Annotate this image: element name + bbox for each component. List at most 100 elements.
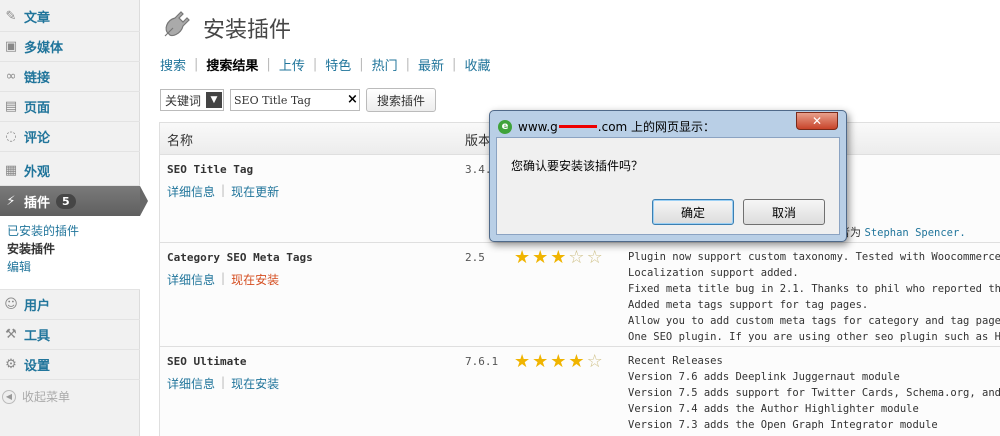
tab-featured[interactable]: 特色 <box>325 55 351 74</box>
search-input[interactable] <box>230 89 360 111</box>
dialog-message: 您确认要安装该插件吗？ <box>511 159 644 173</box>
sidebar-item-settings[interactable]: ⚙ 设置 <box>0 350 140 380</box>
description-line: Added meta tags support for tag pages. <box>628 299 869 311</box>
tab-separator: | <box>194 57 199 72</box>
collapse-menu-label: 收起菜单 <box>22 390 71 404</box>
cancel-button[interactable]: 取消 <box>743 199 825 225</box>
plugin-search-form: 关键词 ▼ × 搜索插件 <box>160 88 437 112</box>
details-link[interactable]: 详细信息 <box>167 183 215 200</box>
sidebar-item-media[interactable]: ▣ 多媒体 <box>0 32 140 62</box>
sidebar-item-plugins[interactable]: ⚡ 插件 5 <box>0 186 148 216</box>
users-icon: ☺ <box>4 297 18 312</box>
sidebar-item-label: 外观 <box>24 165 51 180</box>
tab-separator: | <box>359 57 364 72</box>
description-line: Recent Releases <box>628 355 723 367</box>
plugin-name: SEO Title Tag <box>167 163 254 176</box>
tab-search[interactable]: 搜索 <box>160 55 186 74</box>
table-row: SEO Ultimate 详细信息 | 现在安装 7.6.1 ★ ★ ★ ★ ☆… <box>160 347 1000 436</box>
chevron-down-icon: ▼ <box>206 92 222 108</box>
column-header-version[interactable]: 版本 <box>465 130 491 149</box>
star-full-icon: ★ <box>550 351 567 372</box>
sidebar-item-label: 设置 <box>24 359 51 374</box>
plugin-actions: 详细信息 | 现在安装 <box>167 271 279 288</box>
tab-favorites[interactable]: 收藏 <box>464 55 490 74</box>
plugin-actions: 详细信息 | 现在更新 <box>167 183 279 200</box>
plugin-name: Category SEO Meta Tags <box>167 251 313 264</box>
details-link[interactable]: 详细信息 <box>167 271 215 288</box>
redaction-mark <box>558 125 597 128</box>
description-line: Version 7.3 adds the Open Graph Integrat… <box>628 419 938 431</box>
install-now-link[interactable]: 现在安装 <box>231 271 279 288</box>
star-rating: ★ ★ ★ ★ ☆ <box>514 353 605 371</box>
plugin-version: 3.4. <box>465 163 492 176</box>
star-empty-icon: ☆ <box>568 247 585 268</box>
search-plugins-button[interactable]: 搜索插件 <box>366 88 437 112</box>
sidebar-item-pages[interactable]: ▤ 页面 <box>0 92 140 122</box>
tab-newest[interactable]: 最新 <box>418 55 444 74</box>
column-header-name[interactable]: 名称 <box>167 130 193 149</box>
description-line: Plugin now support custom taxonomy. Test… <box>628 251 1000 263</box>
description-line: One SEO plugin. If you are using other s… <box>628 331 1000 343</box>
browser-icon: e <box>498 119 512 134</box>
tab-separator: | <box>312 57 318 72</box>
sidebar-item-comments[interactable]: ◌ 评论 <box>0 122 140 152</box>
page-icon: ▤ <box>4 99 18 114</box>
tab-separator: | <box>452 57 457 72</box>
link-icon: ∞ <box>5 69 17 84</box>
tab-search-results[interactable]: 搜索结果 <box>206 55 258 74</box>
star-full-icon: ★ <box>532 247 549 268</box>
sidebar-item-label: 链接 <box>24 71 51 86</box>
tab-upload[interactable]: 上传 <box>279 55 305 74</box>
description-line: Allow you to add custom meta tags for ca… <box>628 315 1000 327</box>
collapse-menu-button[interactable]: ◀ 收起菜单 <box>2 388 70 405</box>
sidebar-item-posts[interactable]: ✎ 文章 <box>0 2 140 32</box>
install-now-link[interactable]: 现在安装 <box>231 375 279 392</box>
close-icon[interactable]: ✕ <box>796 112 838 130</box>
plugins-submenu: 已安装的插件 安装插件 编辑 <box>0 216 140 290</box>
star-rating: ★ ★ ★ ☆ ☆ <box>514 249 605 267</box>
search-type-select[interactable]: 关键词 ▼ <box>160 89 224 111</box>
sidebar-item-label: 插件 <box>24 195 51 211</box>
dialog-title: e www.g .com 上的网页显示： <box>498 118 715 135</box>
description-line: Localization support added. <box>628 267 799 279</box>
sidebar-item-tools[interactable]: ⚒ 工具 <box>0 320 140 350</box>
install-tabs: 搜索 | 搜索结果 | 上传 | 特色 | 热门 | 最新 | 收藏 <box>160 55 490 74</box>
submenu-editor[interactable]: 编辑 <box>0 258 140 276</box>
update-count-badge: 5 <box>56 193 76 209</box>
appearance-icon: ▦ <box>4 163 18 178</box>
sidebar-item-label: 用户 <box>24 299 51 314</box>
sidebar-item-links[interactable]: ∞ 链接 <box>0 62 140 92</box>
action-separator: | <box>221 183 226 197</box>
plugin-description: Recent Releases Version 7.6 adds Deeplin… <box>628 353 1000 433</box>
admin-sidebar: ✎ 文章 ▣ 多媒体 ∞ 链接 ▤ 页面 ◌ 评论 ▦ 外观 ⚡ 插件 5 已安… <box>0 0 148 436</box>
update-now-link[interactable]: 现在更新 <box>231 183 279 200</box>
settings-icon: ⚙ <box>5 357 17 372</box>
sidebar-item-users[interactable]: ☺ 用户 <box>0 290 140 320</box>
author-link[interactable]: Stephan Spencer. <box>865 227 966 239</box>
sidebar-item-label: 多媒体 <box>24 41 64 56</box>
action-separator: | <box>221 375 226 389</box>
plugin-page-icon <box>159 8 193 42</box>
details-link[interactable]: 详细信息 <box>167 375 215 392</box>
sidebar-item-label: 评论 <box>24 131 51 146</box>
sidebar-item-appearance[interactable]: ▦ 外观 <box>0 156 140 186</box>
ok-button[interactable]: 确定 <box>652 199 734 225</box>
star-full-icon: ★ <box>514 247 531 268</box>
clear-search-icon[interactable]: × <box>347 92 358 107</box>
description-line: Version 7.6 adds Deeplink Juggernaut mod… <box>628 371 900 383</box>
plugin-actions: 详细信息 | 现在安装 <box>167 375 279 392</box>
tab-popular[interactable]: 热门 <box>372 55 398 74</box>
collapse-arrow-icon: ◀ <box>2 389 16 404</box>
tab-separator: | <box>405 57 411 72</box>
star-full-icon: ★ <box>514 351 531 372</box>
dialog-title-prefix: www.g <box>518 119 558 134</box>
plugin-icon: ⚡ <box>6 193 16 209</box>
pin-icon: ✎ <box>5 9 17 24</box>
search-type-value: 关键词 <box>165 93 202 108</box>
submenu-add-plugins[interactable]: 安装插件 <box>0 240 140 258</box>
submenu-installed-plugins[interactable]: 已安装的插件 <box>0 222 140 240</box>
star-full-icon: ★ <box>550 247 567 268</box>
action-separator: | <box>221 271 226 285</box>
sidebar-item-label: 页面 <box>24 101 51 116</box>
sidebar-item-label: 文章 <box>24 11 51 26</box>
